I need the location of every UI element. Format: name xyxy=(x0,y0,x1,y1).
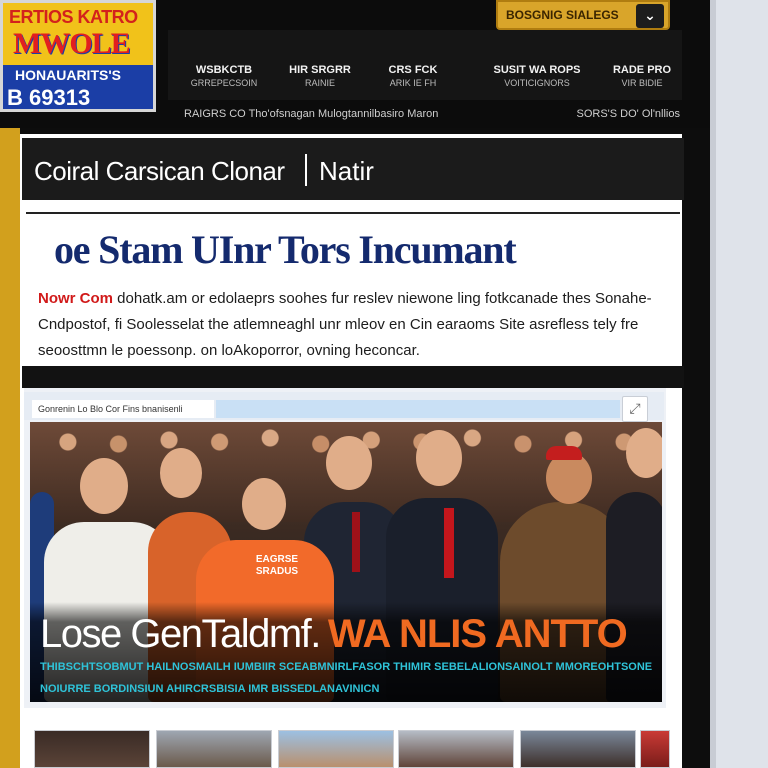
photo-caption: Gonrenin Lo Blo Cor Fins bnanisenli xyxy=(32,400,214,418)
photo-title[interactable]: Lose GenTaldmf. WA NLIS ANTTO xyxy=(40,612,628,657)
nav-item-sub: GRREPECSOIN xyxy=(190,78,258,88)
logo-top-band: ERTIOS KATRO MWOLE xyxy=(3,3,153,65)
nav-item-2[interactable]: HIR SRGRR RAINIE xyxy=(270,64,370,90)
site-header: ERTIOS KATRO MWOLE HONAUARITS'S B 69313 … xyxy=(0,0,710,128)
person-head xyxy=(242,478,286,530)
featured-photo-card: Gonrenin Lo Blo Cor Fins bnanisenli ⤢ EA… xyxy=(24,388,666,708)
logo-line-3: HONAUARITS'S xyxy=(15,67,121,83)
thumbnail-strip xyxy=(34,730,674,768)
thumbnail[interactable] xyxy=(156,730,272,768)
photo-title-main: Lose GenTaldmf. xyxy=(40,612,321,656)
thumbnail[interactable] xyxy=(520,730,636,768)
thumbnail[interactable] xyxy=(398,730,514,768)
nav-item-sub: RAINIE xyxy=(304,78,335,88)
logo-line-2: MWOLE xyxy=(13,27,131,60)
nav-item-label: CRS FCK xyxy=(388,64,438,76)
necktie xyxy=(352,512,360,572)
main-content: Coiral Carsican Clonar Natir oe Stam UIn… xyxy=(20,134,684,768)
article-headline[interactable]: oe Stam UInr Tors Incumant xyxy=(54,226,517,273)
person-head xyxy=(326,436,372,490)
nav-item-label: HIR SRGRR xyxy=(289,64,351,76)
nav-item-sub: ARIK IE FH xyxy=(389,78,437,88)
red-cap xyxy=(546,446,582,460)
person-head xyxy=(160,448,202,498)
necktie xyxy=(444,508,454,578)
nav-item-label: SUSIT WA ROPS xyxy=(493,64,581,76)
article-kicker: Nowr Com xyxy=(38,290,113,307)
nav-item-label: WSBKCTB xyxy=(195,64,253,76)
main-nav: WSBKCTB GRREPECSOIN HIR SRGRR RAINIE CRS… xyxy=(168,30,682,100)
ticker-left[interactable]: RAIGRS CO Tho'ofsnagan Mulogtannilbasiro… xyxy=(184,108,438,120)
person-head xyxy=(626,428,662,478)
shirt-print: EAGRSE SRADUS xyxy=(255,554,299,577)
thumbnail[interactable] xyxy=(34,730,150,768)
headline-rule xyxy=(26,212,680,214)
site-logo[interactable]: ERTIOS KATRO MWOLE HONAUARITS'S B 69313 xyxy=(0,0,156,112)
section-divider xyxy=(305,154,307,186)
article-lede: Nowr Com dohatk.am or edolaeprs soohes f… xyxy=(38,286,668,364)
photo-title-accent: WA NLIS ANTTO xyxy=(327,612,628,656)
nav-item-3[interactable]: CRS FCK ARIK IE FH xyxy=(363,64,463,90)
photo-subline: NOIURRE BORDINSIUN AHIRCRSBISIA IMR BISS… xyxy=(40,683,380,695)
left-accent-strip xyxy=(0,128,20,768)
search-dropdown-label: BOSGNIG SIALEGS xyxy=(506,8,619,22)
logo-line-1: ERTIOS KATRO xyxy=(9,7,138,27)
nav-item-1[interactable]: WSBKCTB GRREPECSOIN xyxy=(174,64,274,90)
search-dropdown[interactable]: BOSGNIG SIALEGS ⌄ xyxy=(496,0,670,30)
section-title: Coiral Carsican Clonar xyxy=(34,156,285,186)
nav-item-sub: VOITICIGNORS xyxy=(504,78,570,88)
section-header: Coiral Carsican Clonar Natir xyxy=(22,138,684,200)
photo-caption-bar: Gonrenin Lo Blo Cor Fins bnanisenli ⤢ xyxy=(24,392,664,422)
thumbnail[interactable] xyxy=(278,730,394,768)
news-ticker: RAIGRS CO Tho'ofsnagan Mulogtannilbasiro… xyxy=(168,104,682,124)
chevron-down-icon[interactable]: ⌄ xyxy=(636,4,664,28)
nav-item-sub: VIR BIDIE xyxy=(621,78,663,88)
person-head xyxy=(80,458,128,514)
ticker-right[interactable]: SORS'S DO' Ol'nllios xyxy=(577,108,681,120)
right-gutter xyxy=(710,0,768,768)
person-head xyxy=(416,430,462,486)
nav-item-5[interactable]: RADE PRO VIR BIDIE xyxy=(602,64,682,90)
nav-item-4[interactable]: SUSIT WA ROPS VOITICIGNORS xyxy=(474,64,600,90)
logo-line-4: B 69313 xyxy=(7,85,91,110)
thumbnail[interactable] xyxy=(640,730,670,768)
section-separator xyxy=(22,366,684,388)
nav-item-label: RADE PRO xyxy=(612,64,672,76)
featured-photo[interactable]: EAGRSE SRADUS Lose GenTaldmf. WA NLIS ANT… xyxy=(30,422,662,702)
article-lede-text: dohatk.am or edolaeprs soohes fur reslev… xyxy=(38,290,652,359)
expand-icon[interactable]: ⤢ xyxy=(622,396,648,422)
photo-subline: THIBSCHTSOBMUT HAILNOSMAILH IUMBIIR SCEA… xyxy=(40,661,652,673)
section-tab[interactable]: Natir xyxy=(319,156,374,187)
caption-bar-fill xyxy=(216,400,620,418)
